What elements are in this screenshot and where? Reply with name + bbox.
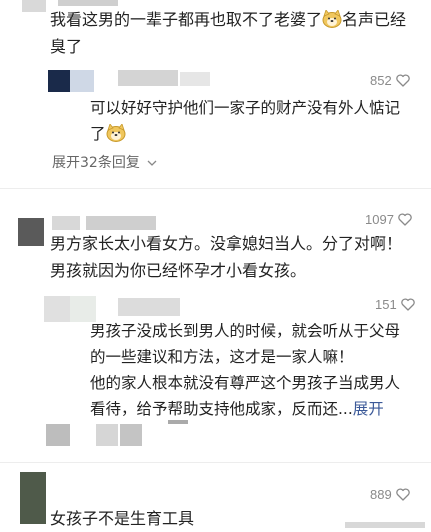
divider (0, 462, 431, 463)
chevron-down-icon (147, 154, 157, 170)
comment-2-text: 男方家长太小看女方。没拿媳妇当人。分了对啊！ 男孩就因为你已经怀孕才小看女孩。 (50, 234, 403, 280)
expand-replies-button[interactable]: 展开32条回复 (52, 152, 157, 172)
reply-2-footer-blur-3 (120, 424, 142, 446)
divider (0, 188, 431, 189)
reply-1-avatar-blur-2 (70, 70, 94, 92)
reply-1-like[interactable]: 852 (370, 73, 410, 88)
comment-2-avatar-blur (18, 218, 44, 246)
reply-1-username-blur (118, 70, 178, 86)
reply-2-avatar-blur (44, 296, 70, 322)
comment-2-username-blur-2 (86, 216, 156, 230)
top-user-avatar-blur (22, 0, 46, 12)
comment-2-username-blur (52, 216, 80, 230)
reply-1-avatar-blur (48, 70, 70, 92)
reply-2-footer-blur (46, 424, 70, 446)
comment-1-text: 我看这男的一辈子都再也取不了老婆了 名声已经 臭了 (50, 9, 407, 56)
reply-2-like[interactable]: 151 (375, 297, 415, 312)
heart-outline-icon[interactable] (395, 74, 410, 87)
comment-3-like[interactable]: 889 (370, 487, 410, 502)
reply-2-text: 男孩子没成长到男人的时候，就会听从于父母 的一些建议和方法，这才是一家人嘛！ 他… (90, 322, 401, 418)
comment-3-avatar-blur (20, 472, 46, 524)
reply-1-text: 可以好好守护他们一家子的财产没有外人惦记 了 (90, 99, 401, 143)
reply-2-username-blur (118, 298, 180, 316)
comment-2-like[interactable]: 1097 (365, 212, 412, 227)
expand-text-link[interactable]: 展开 (353, 400, 384, 418)
heart-outline-icon[interactable] (398, 213, 412, 226)
reply-2-footer-blur-2 (96, 424, 118, 446)
heart-outline-icon[interactable] (395, 488, 410, 501)
doge-emoji-icon (322, 9, 342, 28)
heart-outline-icon[interactable] (400, 298, 415, 311)
doge-emoji-icon (106, 123, 126, 142)
reply-1-username-blur-2 (180, 72, 210, 86)
bottom-blur (345, 522, 425, 528)
reply-2-footer-blur-4 (168, 420, 188, 424)
